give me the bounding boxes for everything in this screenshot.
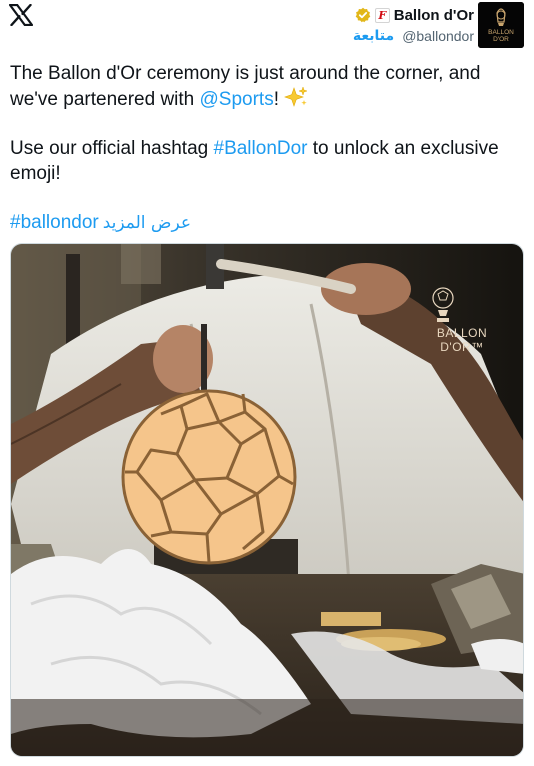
account-info: F Ballon d'Or متابعة @ballondor bbox=[353, 6, 474, 45]
ballon-dor-trophy-icon bbox=[432, 287, 454, 322]
hashtag-footer-link[interactable]: #ballondor bbox=[10, 212, 99, 233]
user-handle[interactable]: @ballondor bbox=[402, 28, 474, 44]
hashtag-link[interactable]: #BallonDor bbox=[214, 138, 308, 159]
mention-link[interactable]: @Sports bbox=[200, 89, 274, 110]
tweet-text: The Ballon d'Or ceremony is just around … bbox=[10, 61, 520, 236]
tweet-text-segment: Use our official hashtag bbox=[10, 138, 214, 159]
tweet-media-image[interactable]: BALLON D'OR™ bbox=[10, 243, 524, 757]
media-brand-watermark: BALLON D'OR™ bbox=[431, 286, 493, 354]
avatar[interactable]: BALLON D'OR bbox=[478, 2, 524, 48]
avatar-text-2: D'OR bbox=[493, 36, 509, 43]
tweet-text-segment: ! bbox=[273, 89, 285, 110]
x-logo-icon[interactable] bbox=[9, 4, 33, 26]
avatar-ballon-dor-logo: BALLON D'OR bbox=[478, 2, 524, 48]
tweet-header: F Ballon d'Or متابعة @ballondor BALLON D… bbox=[0, 0, 534, 56]
handle-row: متابعة @ballondor bbox=[353, 28, 474, 44]
media-brand-line2: D'OR™ bbox=[440, 340, 484, 354]
name-row: F Ballon d'Or bbox=[355, 6, 474, 24]
follow-button[interactable]: متابعة bbox=[353, 28, 394, 44]
avatar-text-1: BALLON bbox=[488, 29, 514, 36]
media-brand-line1: BALLON bbox=[436, 326, 488, 340]
sparkles-emoji-icon bbox=[284, 86, 309, 107]
verified-badge-icon[interactable] bbox=[355, 7, 371, 23]
tweet-paragraph-2: Use our official hashtag #BallonDor to u… bbox=[10, 136, 520, 186]
affiliate-badge-icon[interactable]: F bbox=[374, 7, 390, 23]
show-more-link[interactable]: عرض المزيد bbox=[103, 213, 191, 233]
tweet-paragraph-1: The Ballon d'Or ceremony is just around … bbox=[10, 61, 520, 112]
display-name[interactable]: Ballon d'Or bbox=[394, 7, 474, 24]
golden-ball-icon bbox=[121, 389, 297, 565]
tweet-paragraph-3: #ballondor عرض المزيد bbox=[10, 210, 520, 236]
